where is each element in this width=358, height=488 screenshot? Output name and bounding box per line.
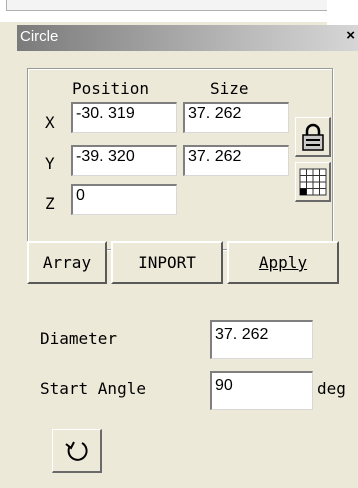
x-size-input[interactable]: 37. 262	[183, 102, 289, 133]
background-window-edge	[6, 0, 327, 11]
anchor-point-button[interactable]	[295, 162, 331, 202]
start-angle-unit: deg	[317, 379, 346, 398]
diameter-input[interactable]: 37. 262	[210, 320, 313, 359]
panel-titlebar[interactable]: Circle ×	[17, 25, 358, 51]
size-header: Size	[210, 79, 249, 98]
z-axis-label: Z	[45, 194, 55, 213]
panel-title: Circle	[20, 28, 59, 45]
close-button[interactable]: ×	[346, 27, 355, 44]
grid-anchor-icon	[299, 168, 326, 195]
reverse-direction-button[interactable]	[52, 429, 102, 473]
diameter-label: Diameter	[40, 329, 118, 348]
position-size-group: Position Size X -30. 319 37. 262 Y -39. …	[27, 68, 333, 250]
circle-properties-panel: Circle × Position Size X -30. 319 37. 26…	[17, 25, 358, 488]
start-angle-label: Start Angle	[40, 379, 146, 398]
y-position-input[interactable]: -39. 320	[71, 145, 177, 176]
lock-aspect-button[interactable]	[295, 117, 331, 157]
z-position-input[interactable]: 0	[71, 184, 177, 215]
array-button[interactable]: Array	[27, 241, 107, 284]
start-angle-input[interactable]: 90	[210, 371, 313, 410]
lock-icon	[301, 123, 324, 151]
rotate-icon	[64, 441, 88, 461]
y-axis-label: Y	[45, 154, 55, 173]
y-size-input[interactable]: 37. 262	[183, 145, 289, 176]
position-header: Position	[72, 79, 150, 98]
x-axis-label: X	[45, 113, 55, 132]
apply-button[interactable]: Apply	[227, 241, 339, 284]
inport-button[interactable]: INPORT	[111, 241, 223, 284]
x-position-input[interactable]: -30. 319	[71, 102, 177, 133]
apply-button-label: Apply	[258, 253, 308, 272]
